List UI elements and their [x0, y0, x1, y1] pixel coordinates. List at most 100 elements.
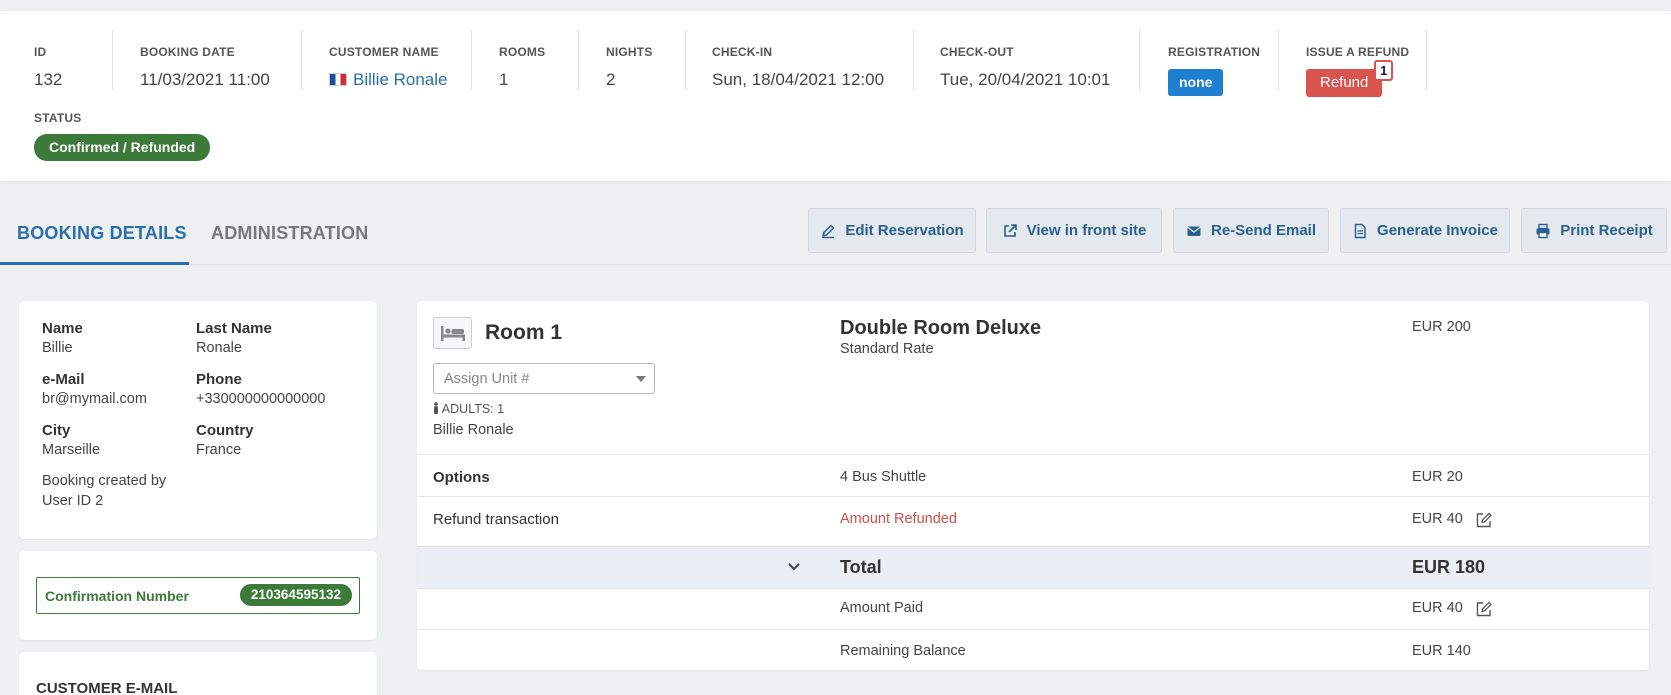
email-value: br@mymail.com: [42, 391, 147, 407]
view-front-site-label: View in front site: [1026, 222, 1147, 239]
booking-date-label: BOOKING DATE: [140, 45, 235, 59]
resend-email-button[interactable]: Re-Send Email: [1173, 208, 1329, 253]
tab-booking-details[interactable]: BOOKING DETAILS: [0, 223, 189, 265]
refund-button-label: Refund: [1320, 74, 1369, 91]
edit-reservation-label: Edit Reservation: [845, 222, 964, 239]
guest-name: Name Billie: [42, 320, 83, 356]
refund-label: ISSUE A REFUND: [1306, 45, 1410, 59]
room-guest-name: Billie Ronale: [433, 422, 514, 438]
booking-created-by: Booking created by User ID 2: [42, 471, 192, 511]
document-icon: [1354, 223, 1366, 238]
person-icon: [434, 402, 438, 414]
city-value: Marseille: [42, 442, 101, 458]
registration-label: REGISTRATION: [1168, 45, 1261, 59]
divider: [1426, 29, 1427, 91]
total-label: Total: [840, 557, 882, 577]
edit-reservation-button[interactable]: Edit Reservation: [808, 208, 976, 253]
booking-date-value: 11/03/2021 11:00: [140, 70, 270, 89]
pencil-icon: [822, 224, 835, 238]
confirmation-number-badge: 210364595132: [239, 584, 352, 606]
remaining-balance-value: EUR 140: [1412, 643, 1471, 659]
nights-value: 2: [606, 70, 616, 89]
amount-paid-value: EUR 40: [1412, 600, 1463, 616]
created-line-2: User ID 2: [42, 493, 104, 509]
id-label: ID: [34, 45, 47, 59]
customer-name-value[interactable]: Billie Ronale: [353, 70, 448, 89]
status-badge: Confirmed / Refunded: [34, 134, 211, 161]
divider: [685, 29, 686, 91]
divider: [1139, 29, 1140, 91]
chevron-down-icon[interactable]: [787, 562, 801, 572]
nights-label: NIGHTS: [606, 45, 653, 59]
divider: [578, 29, 579, 91]
adults-label: ADULTS: 1: [441, 402, 505, 416]
divider: [112, 29, 113, 91]
divider: [471, 29, 472, 91]
row-divider: [417, 629, 1649, 630]
id-value: 132: [34, 70, 63, 89]
adults-count: ADULTS: 1: [433, 402, 504, 416]
refund-button[interactable]: Refund 1: [1306, 60, 1394, 97]
bed-icon-box: [433, 317, 472, 349]
room-card: Room 1 Assign Unit # ADULTS: 1 Billie Ro…: [417, 301, 1649, 670]
customer-name-field: CUSTOMER NAME Billie Ronale: [329, 45, 448, 90]
last-name-value: Ronale: [196, 340, 242, 356]
refund-field: ISSUE A REFUND Refund 1: [1306, 45, 1409, 97]
phone-value: +330000000000000: [196, 391, 326, 407]
phone-label: Phone: [196, 371, 242, 388]
generate-invoice-button[interactable]: Generate Invoice: [1340, 208, 1510, 253]
room-price: EUR 200: [1412, 319, 1471, 335]
guest-phone: Phone +330000000000000: [196, 371, 325, 407]
confirmation-box: Confirmation Number 210364595132: [36, 577, 360, 614]
checkin-label: CHECK-IN: [712, 45, 773, 59]
confirmation-card: Confirmation Number 210364595132: [19, 551, 377, 640]
edit-refund-icon[interactable]: [1475, 511, 1493, 529]
status-field: STATUS Confirmed / Refunded: [34, 111, 211, 161]
bed-icon: [440, 326, 465, 341]
row-divider: [417, 454, 1649, 455]
amount-paid-label: Amount Paid: [840, 600, 924, 616]
id-field: ID 132: [34, 45, 62, 90]
booking-date-field: BOOKING DATE 11/03/2021 11:00: [140, 45, 270, 90]
tab-administration[interactable]: ADMINISTRATION: [211, 223, 368, 265]
print-receipt-button[interactable]: Print Receipt: [1521, 208, 1667, 253]
divider: [301, 29, 302, 91]
rate-name: Standard Rate: [840, 341, 934, 357]
row-divider: [417, 496, 1649, 497]
guest-last-name: Last Name Ronale: [196, 320, 272, 356]
nights-field: NIGHTS 2: [606, 45, 653, 90]
registration-badge[interactable]: none: [1168, 69, 1224, 96]
remaining-balance-label: Remaining Balance: [840, 643, 966, 659]
name-value: Billie: [42, 340, 73, 356]
options-label: Options: [433, 469, 490, 486]
checkout-label: CHECK-OUT: [940, 45, 1014, 59]
checkout-field: CHECK-OUT Tue, 20/04/2021 10:01: [940, 45, 1110, 90]
view-front-site-button[interactable]: View in front site: [986, 208, 1162, 253]
country-value: France: [196, 442, 242, 458]
registration-field: REGISTRATION none: [1168, 45, 1260, 96]
checkin-value: Sun, 18/04/2021 12:00: [712, 70, 885, 89]
rooms-value: 1: [499, 70, 509, 89]
envelope-icon: [1187, 225, 1201, 236]
created-line-1: Booking created by: [42, 473, 167, 489]
customer-email-heading: CUSTOMER E-MAIL: [36, 680, 178, 695]
generate-invoice-label: Generate Invoice: [1377, 222, 1498, 239]
refund-transaction-label: Refund transaction: [433, 511, 559, 528]
assign-unit-placeholder: Assign Unit #: [444, 371, 530, 387]
edit-payment-icon[interactable]: [1475, 600, 1493, 618]
checkin-field: CHECK-IN Sun, 18/04/2021 12:00: [712, 45, 884, 90]
customer-name-link[interactable]: Billie Ronale: [329, 70, 448, 90]
country-label: Country: [196, 422, 254, 439]
guest-info-card: Name Billie Last Name Ronale e-Mail br@m…: [19, 301, 377, 539]
options-amount: EUR 20: [1412, 469, 1463, 485]
print-receipt-label: Print Receipt: [1560, 222, 1653, 239]
assign-unit-select[interactable]: Assign Unit #: [433, 363, 655, 394]
refund-count-badge: 1: [1374, 60, 1394, 81]
resend-email-label: Re-Send Email: [1210, 222, 1317, 239]
booking-summary: ID 132 BOOKING DATE 11/03/2021 11:00 CUS…: [0, 11, 1671, 181]
status-label: STATUS: [34, 111, 82, 125]
rooms-label: ROOMS: [499, 45, 546, 59]
refund-amount: EUR 40: [1412, 511, 1463, 527]
customer-name-label: CUSTOMER NAME: [329, 45, 439, 59]
email-label: e-Mail: [42, 371, 85, 388]
